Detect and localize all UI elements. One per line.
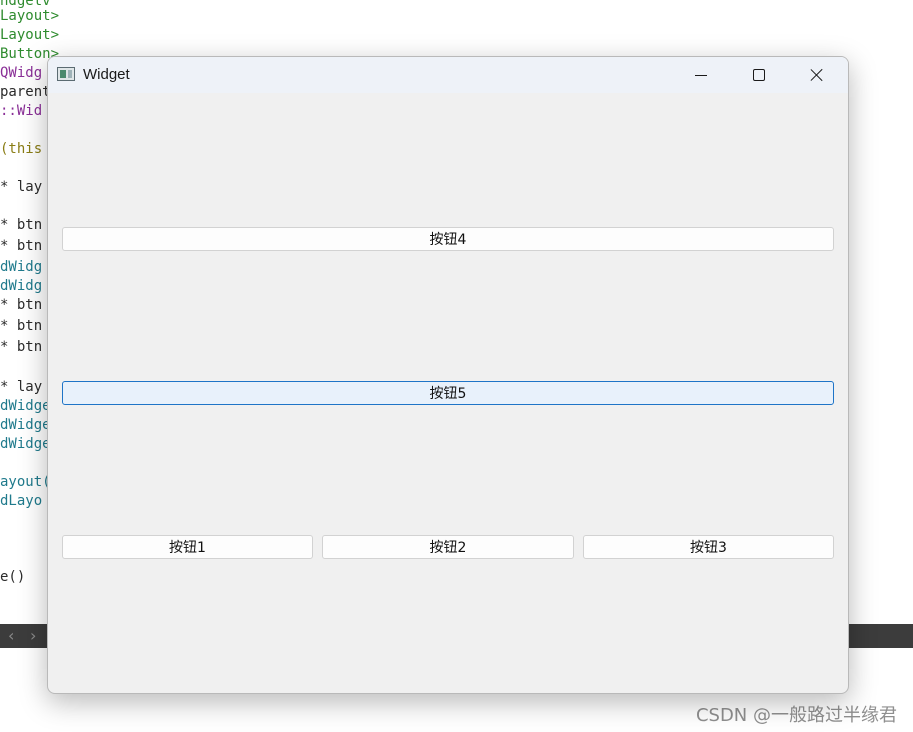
- code-line: * btn: [0, 217, 43, 233]
- code-line: Layout>: [0, 8, 60, 24]
- code-line: dWidg: [0, 259, 43, 275]
- code-line: Layout>: [0, 27, 60, 43]
- code-line: e(): [0, 569, 26, 585]
- code-line: parent: [0, 84, 51, 100]
- code-line: * lay: [0, 379, 43, 395]
- code-line: dWidge: [0, 417, 51, 433]
- code-line: dLayo: [0, 493, 43, 509]
- code-line: QWidg: [0, 65, 43, 81]
- maximize-icon: [753, 69, 765, 81]
- code-line: (this: [0, 141, 43, 157]
- button-2[interactable]: 按钮2: [322, 535, 574, 559]
- watermark: CSDN @一般路过半缘君: [695, 705, 897, 726]
- widget-window: Widget 按钮4 按钮5 按钮1 按钮2 按钮3: [47, 56, 849, 694]
- close-icon: [810, 68, 824, 82]
- button-1[interactable]: 按钮1: [62, 535, 313, 559]
- code-line: * btn: [0, 238, 43, 254]
- code-line: * btn: [0, 318, 43, 334]
- code-line: ::Wid: [0, 103, 43, 119]
- button-3[interactable]: 按钮3: [583, 535, 834, 559]
- code-line: dWidg: [0, 278, 43, 294]
- button-4[interactable]: 按钮4: [62, 227, 834, 251]
- app-icon: [57, 67, 75, 81]
- code-line: * lay: [0, 179, 43, 195]
- minimize-icon: [695, 74, 707, 76]
- code-line: * btn: [0, 297, 43, 313]
- code-line: dWidge: [0, 436, 51, 452]
- code-line: * btn: [0, 339, 43, 355]
- minimize-button[interactable]: [672, 57, 730, 93]
- close-button[interactable]: [788, 57, 846, 93]
- maximize-button[interactable]: [730, 57, 788, 93]
- code-line: ayout(: [0, 474, 51, 490]
- code-line: dWidge: [0, 398, 51, 414]
- button-5[interactable]: 按钮5: [62, 381, 834, 405]
- title-bar[interactable]: Widget: [48, 57, 848, 93]
- nav-forward-icon[interactable]: ›: [30, 626, 36, 645]
- window-title: Widget: [83, 66, 130, 83]
- nav-back-icon[interactable]: ‹: [8, 626, 14, 645]
